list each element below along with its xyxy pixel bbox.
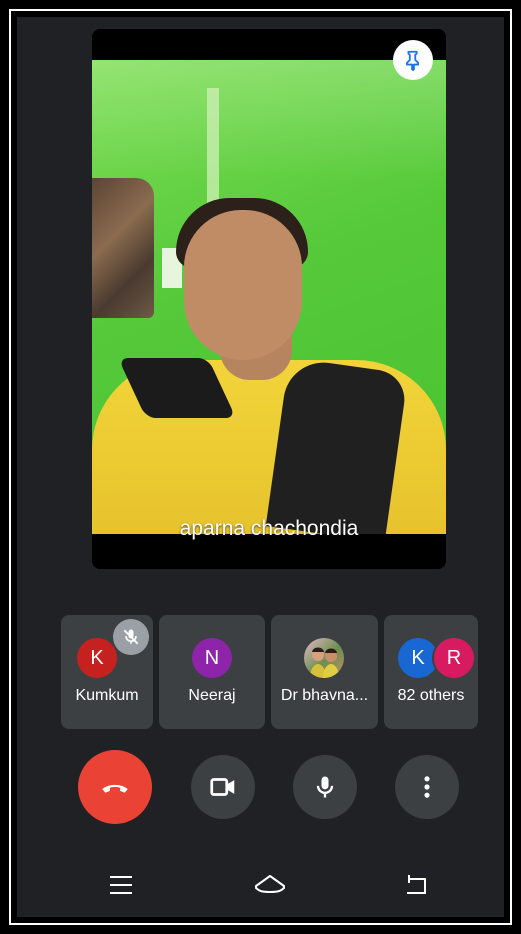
participant-tile-others[interactable]: K R 82 others [384,615,478,729]
speaker-name: aparna chachondia [179,517,359,540]
more-options-button[interactable] [395,755,459,819]
pin-button[interactable] [393,40,433,80]
participant-tile-dr-bhavna[interactable]: Dr bhavna... [271,615,378,729]
camera-icon [210,778,235,796]
participant-name: 82 others [397,687,465,704]
mic-off-icon [113,619,149,655]
camera-toggle-button[interactable] [191,755,255,819]
avatar: N [192,638,232,678]
participant-name: Neeraj [188,687,236,704]
nav-back-button[interactable] [391,865,441,905]
microphone-toggle-button[interactable] [293,755,357,819]
avatar-photo [304,638,344,678]
microphone-icon [316,776,334,798]
pin-icon [406,50,419,71]
main-video-feed [92,60,446,534]
participant-name: Kumkum [75,687,139,704]
meet-call-screen: aparna chachondia K Kumkum N Neeraj Dr b… [17,17,504,917]
participant-tile-kumkum[interactable]: K Kumkum [61,615,153,729]
participant-name: Dr bhavna... [280,687,369,704]
participants-strip: K Kumkum N Neeraj Dr bhavna... K R 82 ot… [17,615,504,729]
nav-menu-button[interactable] [96,865,146,905]
end-call-icon [102,784,128,793]
home-icon [255,875,285,893]
main-video-tile[interactable]: aparna chachondia [92,29,446,569]
more-options-icon [424,776,430,798]
back-icon [407,875,426,894]
avatar: R [432,636,476,680]
participant-tile-neeraj[interactable]: N Neeraj [159,615,265,729]
menu-icon [110,876,132,894]
nav-home-button[interactable] [245,865,295,905]
end-call-button[interactable] [78,750,152,824]
avatar: K [77,638,117,678]
